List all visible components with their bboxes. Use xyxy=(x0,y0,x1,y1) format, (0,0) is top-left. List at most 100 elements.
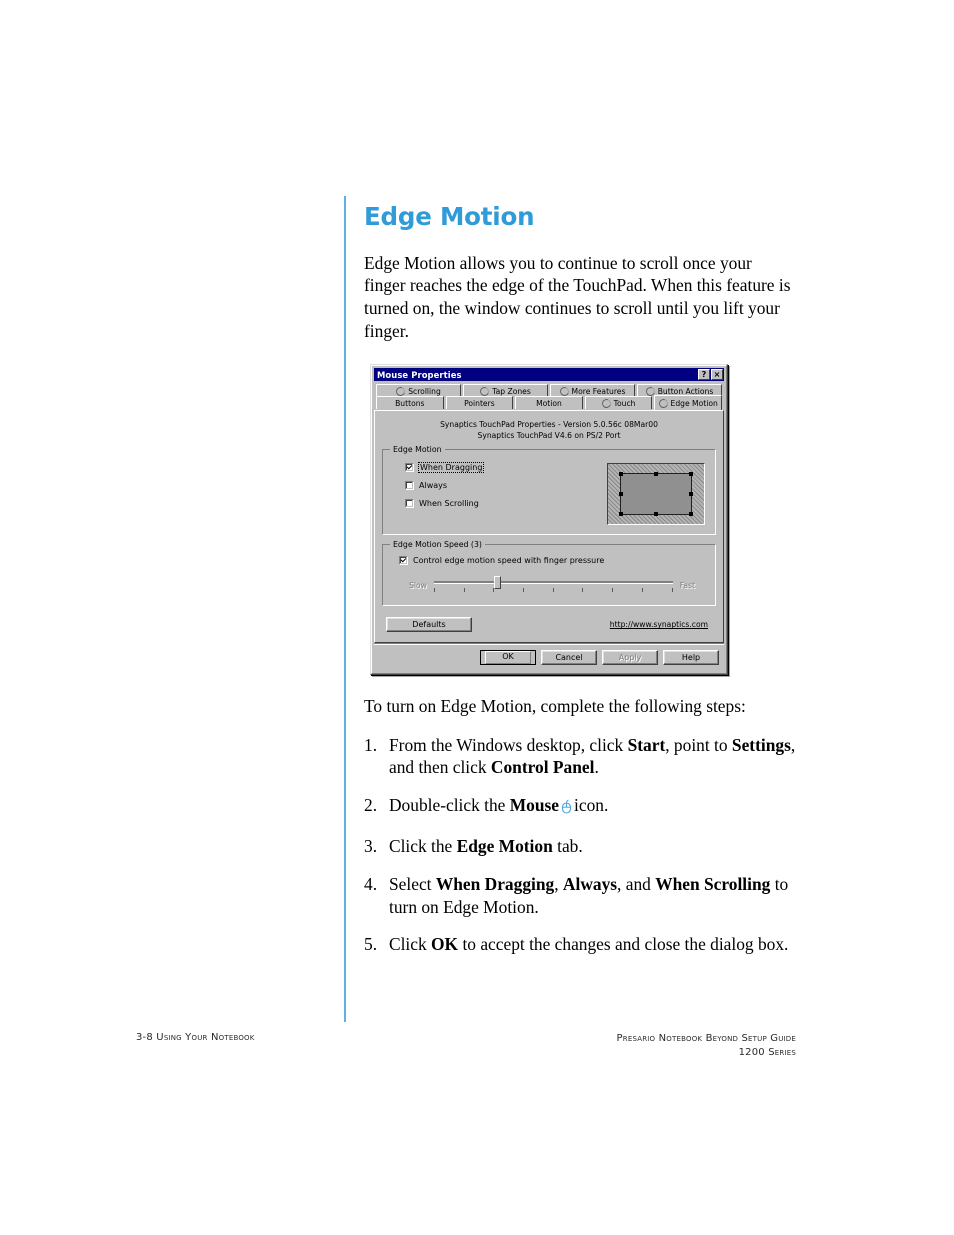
tab-label: More Features xyxy=(571,386,626,396)
tab-label: Edge Motion xyxy=(670,398,718,408)
cancel-button[interactable]: Cancel xyxy=(541,650,597,666)
slider-min-label: Slow xyxy=(409,580,427,590)
document-page: Edge Motion Edge Motion allows you to co… xyxy=(0,0,954,1235)
tab-touch[interactable]: Touch xyxy=(584,396,653,410)
touchpad-preview-image xyxy=(607,463,705,526)
mouse-icon xyxy=(561,797,572,820)
step-number: 1. xyxy=(364,734,378,755)
tab-oval-icon xyxy=(657,397,670,410)
checkbox-box-icon[interactable] xyxy=(405,481,414,491)
step-number: 4. xyxy=(364,873,378,894)
step-emphasis-when-dragging: When Dragging xyxy=(435,873,555,894)
defaults-and-link-row: Defaults http://www.synaptics.com xyxy=(382,615,716,636)
edge-motion-checkbox-list: When Dragging Always When Scrolling xyxy=(391,461,607,525)
step-emphasis-ok: OK xyxy=(431,934,459,955)
step-emphasis-start: Start xyxy=(627,734,666,755)
defaults-button[interactable]: Defaults xyxy=(386,617,472,633)
version-line-2: Synaptics TouchPad V4.6 on PS/2 Port xyxy=(477,431,621,441)
checkbox-label: Always xyxy=(419,481,448,491)
dialog-title: Mouse Properties xyxy=(377,369,462,380)
touchpad-inner-region xyxy=(619,472,693,517)
ok-button[interactable]: OK xyxy=(480,650,536,666)
step-emphasis-when-scrolling: When Scrolling xyxy=(655,873,771,894)
step-emphasis-settings: Settings xyxy=(731,734,791,755)
step-text-plain: Select xyxy=(389,873,436,894)
tab-label: Buttons xyxy=(395,398,425,408)
tab-label: Scrolling xyxy=(408,386,441,396)
step-text-plain: icon. xyxy=(574,795,609,816)
step-text-plain: From the Windows desktop, click xyxy=(389,734,628,755)
page-footer: 3-8 Using Your Notebook Presario Noteboo… xyxy=(0,1028,954,1078)
figure-mouse-properties-screenshot: Mouse Properties ? × Scrolling Tap Zones… xyxy=(370,364,730,676)
checkbox-label: When Dragging xyxy=(417,462,485,474)
apply-button[interactable]: Apply xyxy=(602,650,658,666)
step-number: 5. xyxy=(364,934,378,955)
step-emphasis-always: Always xyxy=(562,873,618,894)
step-text-plain: , and xyxy=(617,873,656,894)
close-icon[interactable]: × xyxy=(711,369,723,381)
steps-list: 1. From the Windows desktop, click Start,… xyxy=(364,734,796,957)
tab-oval-icon xyxy=(600,397,613,410)
step-number: 3. xyxy=(364,836,378,857)
tab-pointers[interactable]: Pointers xyxy=(445,396,514,410)
help-button[interactable]: Help xyxy=(663,650,719,666)
slider-line xyxy=(433,581,673,585)
list-item-step-2: 2. Double-click the Mouse icon. xyxy=(364,794,796,820)
step-text-plain: Click the xyxy=(389,836,457,857)
synaptics-website-link[interactable]: http://www.synaptics.com xyxy=(610,620,708,629)
step-emphasis-mouse: Mouse xyxy=(509,795,560,816)
slider-max-label: Fast xyxy=(679,580,695,590)
tab-page-edge-motion: Synaptics TouchPad Properties - Version … xyxy=(374,410,724,644)
page-title: Edge Motion xyxy=(364,202,535,231)
footer-series: 1200 Series xyxy=(738,1047,796,1058)
slider-track[interactable] xyxy=(433,576,673,594)
list-item-step-3: 3. Click the Edge Motion tab. xyxy=(364,835,796,858)
tab-label: Motion xyxy=(536,398,562,408)
list-item-step-4: 4. Select When Dragging, Always, and When… xyxy=(364,873,796,919)
footer-right-text: Presario Notebook Beyond Setup Guide 120… xyxy=(617,1032,796,1060)
help-icon[interactable]: ? xyxy=(698,369,710,381)
list-item-step-1: 1. From the Windows desktop, click Start,… xyxy=(364,734,796,780)
slider-tick-marks xyxy=(433,588,673,593)
tab-buttons[interactable]: Buttons xyxy=(376,396,444,410)
checkbox-box-icon[interactable] xyxy=(405,463,414,473)
tab-label: Touch xyxy=(613,398,636,408)
checkbox-when-scrolling[interactable]: When Scrolling xyxy=(405,499,607,509)
tab-edge-motion[interactable]: Edge Motion xyxy=(654,395,722,411)
tab-motion[interactable]: Motion xyxy=(515,396,583,410)
checkbox-always[interactable]: Always xyxy=(405,481,607,491)
edge-motion-groupbox: Edge Motion When Dragging Always When Sc… xyxy=(382,445,716,536)
step-text-plain: Click xyxy=(389,934,432,955)
step-text-plain: Double-click the xyxy=(389,795,510,816)
version-line-1: Synaptics TouchPad Properties - Version … xyxy=(440,420,658,430)
list-item-step-5: 5. Click OK to accept the changes and clo… xyxy=(364,933,796,956)
dialog-tabstrip: Scrolling Tap Zones More Features Button… xyxy=(374,381,724,411)
step-emphasis-edge-motion: Edge Motion xyxy=(456,836,553,857)
checkbox-box-icon[interactable] xyxy=(399,556,408,566)
edge-motion-speed-slider-row: Slow Fast xyxy=(391,567,707,596)
tab-label: Pointers xyxy=(464,398,495,408)
steps-lead-in: To turn on Edge Motion, complete the fol… xyxy=(364,696,746,717)
checkbox-when-dragging[interactable]: When Dragging xyxy=(405,462,607,474)
checkbox-control-speed-with-pressure[interactable]: Control edge motion speed with finger pr… xyxy=(399,556,707,566)
tab-row-lower: Buttons Pointers Motion Touch Edge Motio… xyxy=(376,395,722,411)
groupbox-title: Edge Motion xyxy=(390,445,445,455)
step-text-plain: tab. xyxy=(552,836,583,857)
mouse-properties-dialog: Mouse Properties ? × Scrolling Tap Zones… xyxy=(370,364,728,676)
step-text-plain: , point to xyxy=(665,734,732,755)
checkbox-box-icon[interactable] xyxy=(405,499,414,509)
left-margin-rule xyxy=(344,196,346,1022)
intro-paragraph: Edge Motion allows you to continue to sc… xyxy=(364,252,791,341)
dialog-button-bar: OK Cancel Apply Help xyxy=(374,643,724,671)
footer-guide-title: Presario Notebook Beyond Setup Guide xyxy=(616,1033,796,1044)
step-number: 2. xyxy=(364,795,378,816)
version-info: Synaptics TouchPad Properties - Version … xyxy=(382,419,716,441)
tab-label: Tap Zones xyxy=(492,386,531,396)
checkbox-label: When Scrolling xyxy=(419,499,479,509)
step-text-plain: , xyxy=(554,873,563,894)
step-text-plain: . xyxy=(594,757,599,778)
checkbox-label: Control edge motion speed with finger pr… xyxy=(413,556,605,566)
footer-left-text: 3-8 Using Your Notebook xyxy=(136,1032,255,1043)
ok-button-label: OK xyxy=(485,651,531,665)
groupbox-title: Edge Motion Speed (3) xyxy=(390,540,485,550)
